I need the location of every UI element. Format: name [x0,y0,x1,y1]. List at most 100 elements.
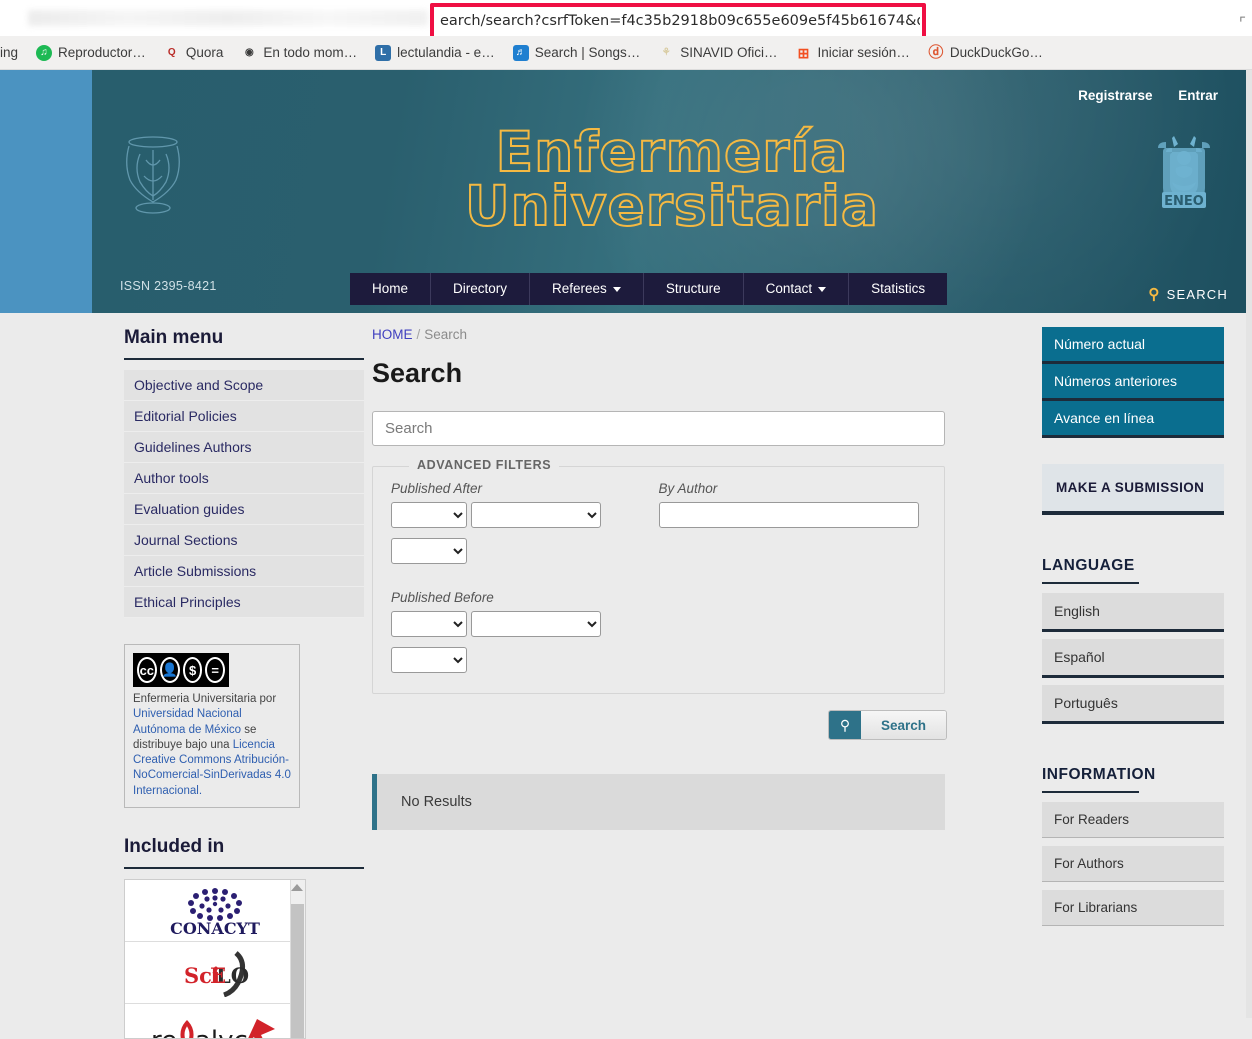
language-item-português[interactable]: Português [1042,685,1224,724]
bookmark-label: lectulandia - e… [397,45,495,60]
issue-link[interactable]: Número actual [1042,327,1224,364]
published-before-label: Published Before [391,590,494,605]
bookmark-item[interactable]: Llectulandia - e… [366,36,504,69]
logo-conacyt[interactable]: CONACYT [125,880,305,943]
bookmark-item[interactable]: ◉ En todo mom… [232,36,366,69]
published-before-year-select[interactable] [391,647,467,673]
information-item-for-librarians[interactable]: For Librarians [1042,890,1224,926]
information-item-for-readers[interactable]: For Readers [1042,802,1224,838]
nav-item-directory[interactable]: Directory [431,273,531,305]
language-item-español[interactable]: Español [1042,639,1224,678]
issn-text: ISSN 2395-8421 [120,279,217,293]
nav-item-contact[interactable]: Contact [743,273,850,305]
published-before-day-select[interactable] [471,611,602,637]
by-author-input[interactable] [658,502,919,528]
published-after-year-select[interactable] [391,538,467,564]
search-button[interactable]: ⚲ Search [827,710,947,740]
information-item-for-authors[interactable]: For Authors [1042,846,1224,882]
bookmark-label: ing [0,45,19,60]
language-list: English Español Português [1042,593,1224,724]
bookmark-label: DuckDuckGo… [949,45,1043,60]
sidebar-item-journal-sections[interactable]: Journal Sections [124,525,364,556]
bookmark-label: Iniciar sesión… [817,45,910,60]
login-link[interactable]: Entrar [1178,88,1218,103]
sidebar-item-editorial-policies[interactable]: Editorial Policies [124,401,364,432]
advanced-filters-legend: ADVANCED FILTERS [409,458,560,472]
cc-icon: cc [137,657,157,683]
register-link[interactable]: Registrarse [1078,88,1152,103]
nav-item-referees[interactable]: Referees [530,273,644,305]
nav-item-label: Referees [552,281,607,296]
nav-item-home[interactable]: Home [350,273,432,305]
issue-link[interactable]: Números anteriores [1042,364,1224,401]
globe-icon: ◉ [244,46,254,58]
svg-text:re: re [151,1026,177,1039]
search-input[interactable] [372,411,945,446]
issue-links-list: Número actual Números anteriores Avance en… [1042,327,1224,438]
nav-item-structure[interactable]: Structure [643,273,744,305]
primary-navbar: Home Directory Referees Structure Contact Sta… [350,273,948,305]
sidebar-item-objective-and-scope[interactable]: Objective and Scope [124,370,364,401]
logo-redalyc[interactable]: re alyc [125,1004,305,1039]
site-search-label: SEARCH [1166,287,1228,302]
sidebar-item-author-tools[interactable]: Author tools [124,463,364,494]
bookmarks-bar: ing ♫ Reproductor… Q Quora ◉ En todo mom… Llect… [0,36,1252,70]
nav-item-label: Home [372,281,409,296]
scrollbar-thumb[interactable] [291,904,304,1039]
spotify-icon: ♫ [36,44,53,61]
bookmark-item[interactable]: ⓓ DuckDuckGo… [919,36,1052,69]
browser-menu-icon[interactable]: ⌜ [1239,14,1246,32]
breadcrumb-current: Search [424,327,468,342]
page-scrollbar[interactable] [1246,70,1252,1018]
language-item-english[interactable]: English [1042,593,1224,632]
bookmark-item[interactable]: ⊞ Iniciar sesión… [787,36,919,69]
breadcrumb: HOME / Search [372,327,947,342]
included-in-logo-list: CONACYT Sci LO E re [124,879,306,1039]
bookmark-item[interactable]: Q Quora [155,36,233,69]
search-button-row: ⚲ Search [372,710,947,740]
main-menu-title: Main menu [124,327,224,348]
breadcrumb-home-link[interactable]: HOME [372,327,413,342]
included-in-divider [124,867,364,870]
sidebar-item-ethical-principles[interactable]: Ethical Principles [124,587,364,618]
included-scrollbar[interactable] [290,880,305,1039]
cc-by-nc-nd-icon: cc 👤 $ = [133,653,229,687]
included-in-title: Included in [124,836,225,858]
no-results-message: No Results [372,774,945,830]
sidebar-item-guidelines-authors[interactable]: Guidelines Authors [124,432,364,463]
language-title: LANGUAGE [1042,557,1135,574]
bookmark-item[interactable]: ♫ Reproductor… [27,36,155,69]
advanced-filters-fieldset: ADVANCED FILTERS Published After Publish… [372,458,945,694]
lectulandia-icon: L [375,44,392,61]
language-divider [1042,582,1139,584]
blurred-tab-titles [28,10,428,26]
journal-title: Enfermería Universitaria [92,120,1252,235]
make-a-submission-button[interactable]: MAKE A SUBMISSION [1042,464,1224,515]
chevron-down-icon [818,286,827,292]
scroll-up-arrow-icon[interactable] [291,884,303,892]
svg-text:E: E [210,963,226,988]
issue-link[interactable]: Avance en línea [1042,401,1224,438]
cc-text-part1: Enfermeria Universitaria por [133,693,277,705]
published-after-month-select[interactable] [391,502,467,528]
language-block: LANGUAGE English Español Português [1042,557,1224,724]
journal-title-line1: Enfermería [495,120,849,184]
published-before-month-select[interactable] [391,611,467,637]
url-bar-input[interactable]: earch/search?csrfToken=f4c35b2918b09c655… [440,9,920,33]
bookmark-item[interactable]: ⚘ SINAVID Ofici… [649,36,786,69]
bookmark-item[interactable]: ♬ Search | Songs… [504,36,650,69]
cc-nc-icon: $ [182,657,203,683]
sidebar-item-article-submissions[interactable]: Article Submissions [124,556,364,587]
bookmark-label: Quora [185,45,224,60]
site-search-toggle[interactable]: ⚲ SEARCH [1148,285,1228,303]
bookmark-item[interactable]: ing [0,36,27,69]
logo-scielo[interactable]: Sci LO E [125,942,305,1005]
main-menu-list: Objective and Scope Editorial Policies Gui… [124,370,364,618]
cc-link-unam[interactable]: Universidad Nacional Autónoma de México [133,708,242,735]
published-after-day-select[interactable] [471,502,602,528]
sidebar-item-evaluation-guides[interactable]: Evaluation guides [124,494,364,525]
nav-item-statistics[interactable]: Statistics [849,273,948,305]
nav-item-label: Directory [453,281,508,296]
left-sidebar: Main menu Objective and Scope Editorial P… [124,327,364,1039]
microsoft-icon: ⊞ [797,44,810,61]
